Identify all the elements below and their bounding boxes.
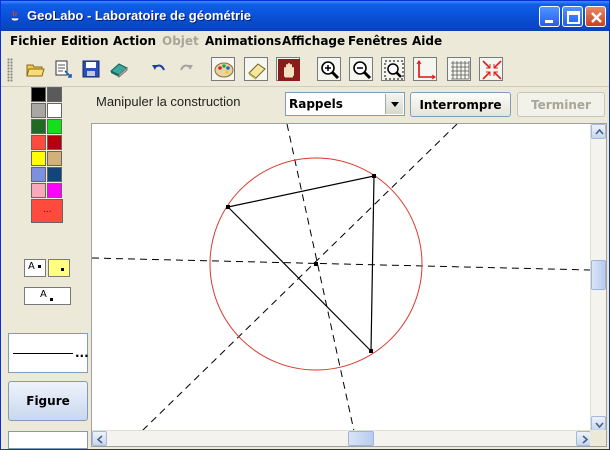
horizontal-scrollbar[interactable] [92, 430, 591, 446]
vertical-scrollbar[interactable] [590, 124, 606, 431]
scroll-left-arrow[interactable] [92, 431, 107, 446]
color-swatch-darkred[interactable] [47, 135, 62, 150]
color-swatch-navy[interactable] [47, 167, 62, 182]
window-title: GeoLabo - Laboratoire de géométrie [27, 8, 251, 23]
menu-objet[interactable]: Objet [162, 34, 199, 48]
java-app-icon [10, 10, 20, 22]
zoom-fit-icon[interactable] [381, 57, 405, 81]
palette-icon[interactable] [211, 57, 235, 81]
color-swatch-pink[interactable] [31, 183, 46, 198]
color-swatch-yellow[interactable] [31, 151, 46, 166]
construction-canvas[interactable] [92, 124, 591, 431]
book-icon[interactable] [107, 57, 131, 81]
vertical-scroll-thumb[interactable] [591, 260, 606, 290]
minimize-icon [545, 20, 553, 23]
current-color-swatch[interactable]: ... [31, 199, 63, 223]
chevron-down-icon [391, 102, 399, 107]
color-swatch-black[interactable] [31, 87, 46, 102]
hand-icon[interactable] [276, 57, 300, 81]
vertex-a[interactable] [226, 205, 230, 209]
eraser-icon[interactable] [244, 57, 268, 81]
vertex-c[interactable] [369, 349, 373, 353]
undo-icon[interactable] [147, 57, 171, 81]
menu-action[interactable]: Action [113, 34, 156, 48]
color-swatch-magenta[interactable] [47, 183, 62, 198]
color-swatch-gray[interactable] [31, 103, 46, 118]
close-button[interactable] [585, 6, 606, 27]
grid-icon[interactable] [447, 57, 471, 81]
menu-aide[interactable]: Aide [412, 34, 442, 48]
label-style-label: A [40, 289, 47, 300]
mode-label: Manipuler la construction [96, 94, 241, 109]
vertex-b[interactable] [372, 174, 376, 178]
import-icon[interactable] [51, 57, 75, 81]
close-icon [591, 12, 602, 23]
rappels-combo[interactable]: Rappels [285, 92, 405, 116]
compress-icon[interactable] [479, 57, 503, 81]
horizontal-scroll-thumb[interactable] [348, 431, 374, 446]
chevron-up-icon [595, 128, 604, 135]
drawing-area [91, 123, 607, 447]
line-style-more[interactable]: ... [75, 346, 89, 360]
left-status-field[interactable] [8, 431, 88, 449]
menu-edition[interactable]: Edition [61, 34, 109, 48]
point-marker [50, 298, 53, 301]
title-bar[interactable]: GeoLabo - Laboratoire de géométrie [1, 1, 609, 31]
minimize-button[interactable] [539, 6, 560, 27]
color-swatch-white[interactable] [47, 103, 62, 118]
maximize-icon [567, 11, 580, 24]
color-swatch-darkgreen[interactable] [31, 119, 46, 134]
toolbar [1, 52, 609, 87]
scroll-up-arrow[interactable] [591, 124, 606, 139]
line-style-selector[interactable]: ... [8, 333, 89, 373]
save-icon[interactable] [79, 57, 103, 81]
scroll-down-arrow[interactable] [591, 416, 606, 431]
menu-fenetres[interactable]: Fenêtres [348, 34, 407, 48]
dashed-line-diagonal[interactable] [141, 124, 458, 431]
redo-icon[interactable] [174, 57, 198, 81]
color-swatch-darkgray[interactable] [47, 87, 62, 102]
rappels-combo-value: Rappels [289, 97, 343, 111]
color-palette-panel: ... A A A ... Figure [1, 87, 91, 449]
chevron-left-icon [96, 435, 103, 444]
color-swatch-green[interactable] [47, 119, 62, 134]
construction-drawing [92, 124, 591, 431]
scroll-right-arrow[interactable] [576, 431, 591, 446]
zoom-in-icon[interactable] [317, 57, 341, 81]
zoom-out-icon[interactable] [349, 57, 373, 81]
interrupt-button[interactable]: Interrompre [410, 92, 511, 117]
menu-affichage[interactable]: Affichage [282, 34, 345, 48]
combo-dropdown-button[interactable] [385, 94, 403, 114]
line-sample [13, 353, 73, 354]
figure-button[interactable]: Figure [8, 381, 88, 421]
menu-bar: Fichier Edition Action Objet Animations … [1, 31, 609, 52]
toolbar-grip[interactable] [7, 58, 13, 82]
scroll-corner [590, 430, 606, 446]
point-style-highlight-label: A [52, 261, 59, 272]
axes-icon[interactable] [413, 57, 437, 81]
menu-animations[interactable]: Animations [205, 34, 281, 48]
maximize-button[interactable] [562, 6, 583, 27]
circumcenter[interactable] [314, 262, 318, 266]
open-folder-icon[interactable] [23, 57, 47, 81]
geolabo-window: GeoLabo - Laboratoire de géométrie Fichi… [0, 0, 610, 450]
current-color-label: ... [43, 205, 52, 215]
color-swatch-red[interactable] [31, 135, 46, 150]
point-style-plain-label: A [28, 261, 35, 272]
point-style-plain[interactable]: A [24, 259, 46, 277]
color-swatch-tan[interactable] [47, 151, 62, 166]
label-style[interactable]: A [24, 287, 71, 305]
dashed-line-horizontal[interactable] [92, 257, 591, 271]
dashed-line-vertical[interactable] [286, 124, 355, 431]
finish-button[interactable]: Terminer [517, 92, 605, 117]
menu-fichier[interactable]: Fichier [10, 34, 56, 48]
point-style-highlight[interactable]: A [48, 259, 70, 277]
point-marker [38, 265, 41, 268]
point-marker [61, 268, 64, 271]
color-swatch-periwinkle[interactable] [31, 167, 46, 182]
